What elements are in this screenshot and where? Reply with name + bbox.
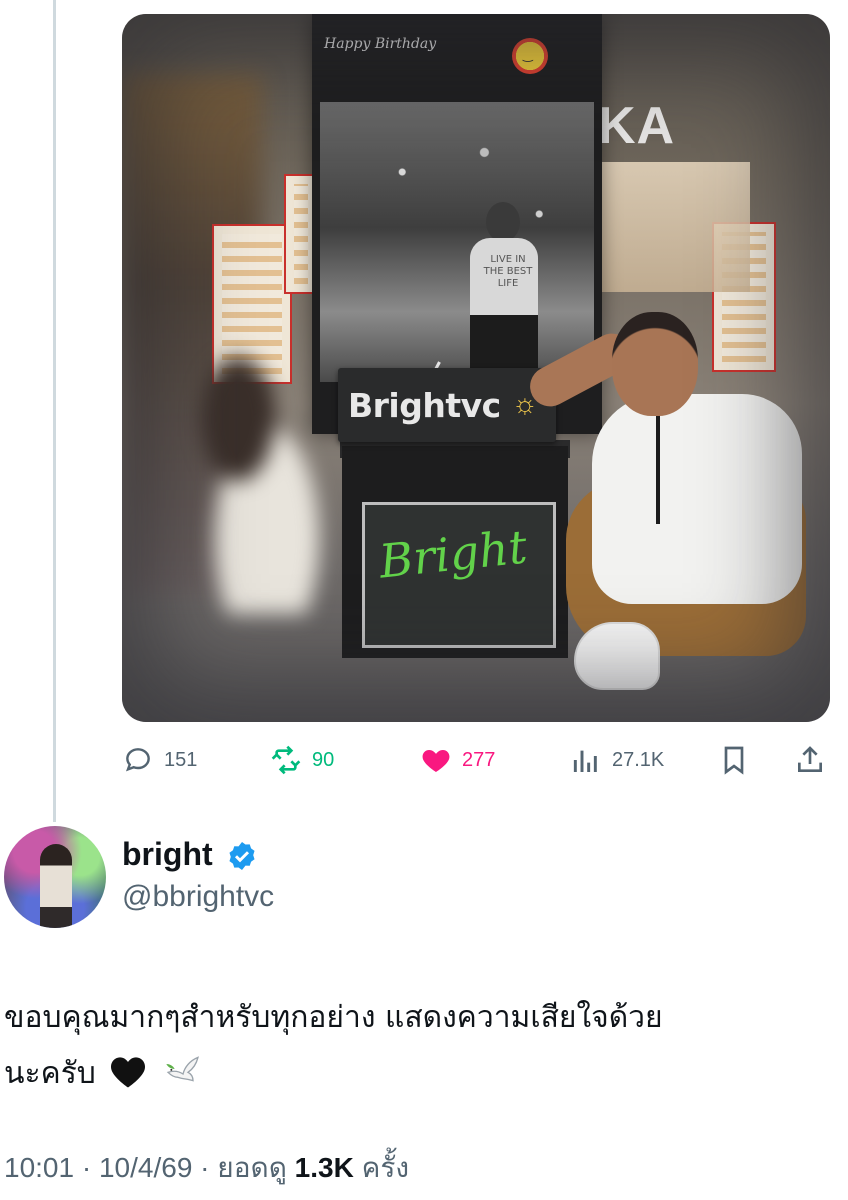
sun-icon <box>512 38 548 74</box>
retweet-icon <box>271 745 301 775</box>
tweet-actions: 151 90 277 27.1K <box>0 740 848 780</box>
separator: · <box>200 1152 218 1183</box>
views-label: ยอดดู <box>217 1152 287 1183</box>
reply-button[interactable]: 151 <box>122 740 197 780</box>
views-count: 27.1K <box>612 748 665 771</box>
like-count: 277 <box>462 748 496 771</box>
banner-text: Happy Birthday <box>324 36 437 52</box>
chalkboard: Bright <box>362 502 556 648</box>
like-button[interactable]: 277 <box>420 740 495 780</box>
person-shoe <box>574 622 660 690</box>
views-icon <box>573 750 597 772</box>
verified-icon <box>229 842 255 870</box>
dove-icon <box>166 1056 199 1082</box>
tweet-meta: 10:01 · 10/4/69 · ยอดดู 1.3K ครั้ง <box>4 1146 409 1190</box>
lanyard <box>656 404 660 524</box>
retweet-count: 90 <box>312 748 335 771</box>
separator: · <box>81 1152 99 1183</box>
person-head <box>612 312 698 416</box>
author-handle[interactable]: @bbrightvc <box>122 880 274 914</box>
reply-count: 151 <box>164 748 198 771</box>
views-suffix: ครั้ง <box>361 1152 410 1183</box>
store-front <box>600 162 750 292</box>
bookmark-icon <box>724 746 744 775</box>
chalk-text: Bright <box>376 519 530 589</box>
tweet-text-line-1: ขอบคุณมากๆสำหรับทุกอย่าง แสดงความเสียใจด… <box>4 1000 663 1035</box>
author-name[interactable]: bright <box>122 836 213 873</box>
share-icon <box>798 746 822 772</box>
figure-head <box>486 202 520 242</box>
retweet-button[interactable]: 90 <box>270 740 334 780</box>
brightvc-sign-text: Brightvc <box>348 386 501 425</box>
person-shirt <box>592 394 802 604</box>
reply-icon <box>125 748 150 772</box>
views-total: 1.3K <box>294 1152 354 1183</box>
tweet-text-line-2: นะครับ <box>4 1046 834 1102</box>
store-sign: KA <box>598 97 676 155</box>
thread-line <box>53 0 56 822</box>
tweet-date[interactable]: 10/4/69 <box>99 1152 192 1183</box>
black-heart-icon <box>111 1057 146 1088</box>
views-button[interactable]: 27.1K <box>570 740 664 780</box>
brightvc-sign: Brightvc ☼ <box>338 368 556 442</box>
kiosk-scene: LIVE IN THE BEST LIFE <box>320 102 594 460</box>
like-icon <box>422 750 450 772</box>
bookmark-button[interactable] <box>718 740 750 780</box>
tweet-time[interactable]: 10:01 <box>4 1152 74 1183</box>
share-button[interactable] <box>794 740 826 780</box>
tweet-text: ขอบคุณมากๆสำหรับทุกอย่าง แสดงความเสียใจด… <box>4 990 834 1102</box>
tweet-photo[interactable]: KA Happy Birthday LIVE IN THE BEST LIFE … <box>122 14 830 722</box>
avatar[interactable] <box>4 826 106 928</box>
jacket-text: LIVE IN THE BEST LIFE <box>483 254 533 289</box>
avatar-figure <box>40 844 72 928</box>
tweet-text-line-2-words: นะครับ <box>4 1056 96 1091</box>
